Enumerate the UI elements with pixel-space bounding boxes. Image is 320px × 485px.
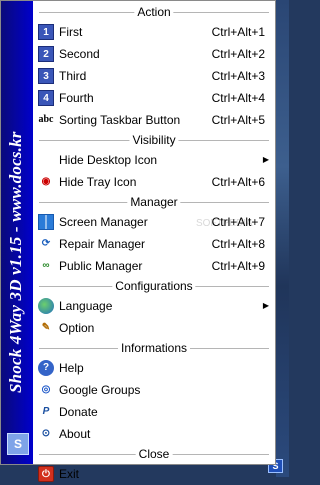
windows-icon (38, 214, 54, 230)
app-logo-icon: S (7, 433, 29, 455)
option-icon: ✎ (41, 322, 51, 333)
paypal-icon: P (42, 406, 50, 417)
globe-icon (38, 298, 54, 314)
menu-item-label: Hide Desktop Icon (59, 153, 158, 167)
about-icon: ⊙ (41, 428, 51, 439)
menu-item-shortcut: Ctrl+Alt+5 (211, 113, 265, 127)
menu-item-label: Language (59, 299, 113, 313)
menu-item-label: About (59, 427, 91, 441)
menu-item-shortcut: Ctrl+Alt+1 (211, 25, 265, 39)
menu-item-label: Hide Tray Icon (59, 175, 137, 189)
menu-item-fourth[interactable]: 4 Fourth Ctrl+Alt+4 (33, 87, 275, 109)
menu-item-shortcut: Ctrl+Alt+2 (211, 47, 265, 61)
eye-icon: ◉ (41, 176, 51, 187)
menu-item-label: Second (59, 47, 100, 61)
menu-item-label: Google Groups (59, 383, 141, 397)
menu-item-label: Repair Manager (59, 237, 146, 251)
menu-sidebar-banner: Shock 4Way 3D v1.15 - www.docs.kr S (1, 1, 33, 464)
section-label: Close (135, 447, 173, 461)
menu-item-sorting-taskbar-button[interactable]: abc Sorting Taskbar Button Ctrl+Alt+5 (33, 109, 275, 131)
menu-item-first[interactable]: 1 First Ctrl+Alt+1 (33, 21, 275, 43)
menu-item-label: Help (59, 361, 84, 375)
section-label: Visibility (129, 133, 179, 147)
menu-item-language[interactable]: Language ▶ (33, 295, 275, 317)
menu-item-label: Public Manager (59, 259, 143, 273)
number-3-icon: 3 (38, 68, 54, 84)
menu-item-shortcut: Ctrl+Alt+8 (211, 237, 265, 251)
menu-item-shortcut: Ctrl+Alt+6 (211, 175, 265, 189)
menu-item-second[interactable]: 2 Second Ctrl+Alt+2 (33, 43, 275, 65)
section-label: Informations (117, 341, 191, 355)
menu-items: Action 1 First Ctrl+Alt+1 2 Second Ctrl+Alt+2 3… (33, 3, 275, 485)
exit-icon: ⏻ (38, 466, 54, 482)
section-label: Configurations (112, 279, 196, 293)
context-menu: Shock 4Way 3D v1.15 - www.docs.kr S SOFT… (0, 0, 276, 482)
menu-item-donate[interactable]: P Donate (33, 401, 275, 423)
menu-item-shortcut: Ctrl+Alt+9 (211, 259, 265, 273)
menu-item-google-groups[interactable]: ◎ Google Groups (33, 379, 275, 401)
section-label: Manager (127, 195, 181, 209)
menu-item-label: Fourth (59, 91, 94, 105)
section-header-configurations: Configurations (33, 277, 275, 295)
repair-icon: ⟳ (41, 238, 51, 249)
menu-item-label: Screen Manager (59, 215, 148, 229)
number-2-icon: 2 (38, 46, 54, 62)
menu-item-option[interactable]: ✎ Option (33, 317, 275, 339)
google-groups-icon: ◎ (41, 384, 51, 395)
number-1-icon: 1 (38, 24, 54, 40)
menu-item-help[interactable]: ? Help (33, 357, 275, 379)
section-label: Action (134, 5, 174, 19)
menu-item-about[interactable]: ⊙ About (33, 423, 275, 445)
menu-item-screen-manager[interactable]: Screen Manager Ctrl+Alt+7 (33, 211, 275, 233)
menu-item-third[interactable]: 3 Third Ctrl+Alt+3 (33, 65, 275, 87)
section-header-manager: Manager (33, 193, 275, 211)
desktop-background (276, 0, 289, 477)
help-icon: ? (38, 360, 54, 376)
section-header-informations: Informations (33, 339, 275, 357)
section-header-close: Close (33, 445, 275, 463)
number-4-icon: 4 (38, 90, 54, 106)
abc-sort-icon: abc (38, 114, 54, 125)
menu-item-shortcut: Ctrl+Alt+4 (211, 91, 265, 105)
sidebar-title: Shock 4Way 3D v1.15 - www.docs.kr (6, 131, 25, 393)
menu-item-label: Option (59, 321, 95, 335)
menu-item-label: Exit (59, 467, 80, 481)
menu-item-label: Third (59, 69, 87, 83)
section-header-action: Action (33, 3, 275, 21)
chain-link-icon: ∞ (42, 260, 50, 271)
menu-item-shortcut: Ctrl+Alt+7 (211, 215, 265, 229)
submenu-arrow-icon: ▶ (262, 155, 269, 164)
menu-item-hide-desktop-icon[interactable]: Hide Desktop Icon ▶ (33, 149, 275, 171)
menu-item-exit[interactable]: ⏻ Exit (33, 463, 275, 485)
menu-item-label: First (59, 25, 83, 39)
menu-item-public-manager[interactable]: ∞ Public Manager Ctrl+Alt+9 (33, 255, 275, 277)
submenu-arrow-icon: ▶ (262, 301, 269, 310)
section-header-visibility: Visibility (33, 131, 275, 149)
menu-item-hide-tray-icon[interactable]: ◉ Hide Tray Icon Ctrl+Alt+6 (33, 171, 275, 193)
menu-item-shortcut: Ctrl+Alt+3 (211, 69, 265, 83)
menu-item-label: Donate (59, 405, 98, 419)
menu-item-label: Sorting Taskbar Button (59, 113, 181, 127)
menu-item-repair-manager[interactable]: ⟳ Repair Manager Ctrl+Alt+8 (33, 233, 275, 255)
